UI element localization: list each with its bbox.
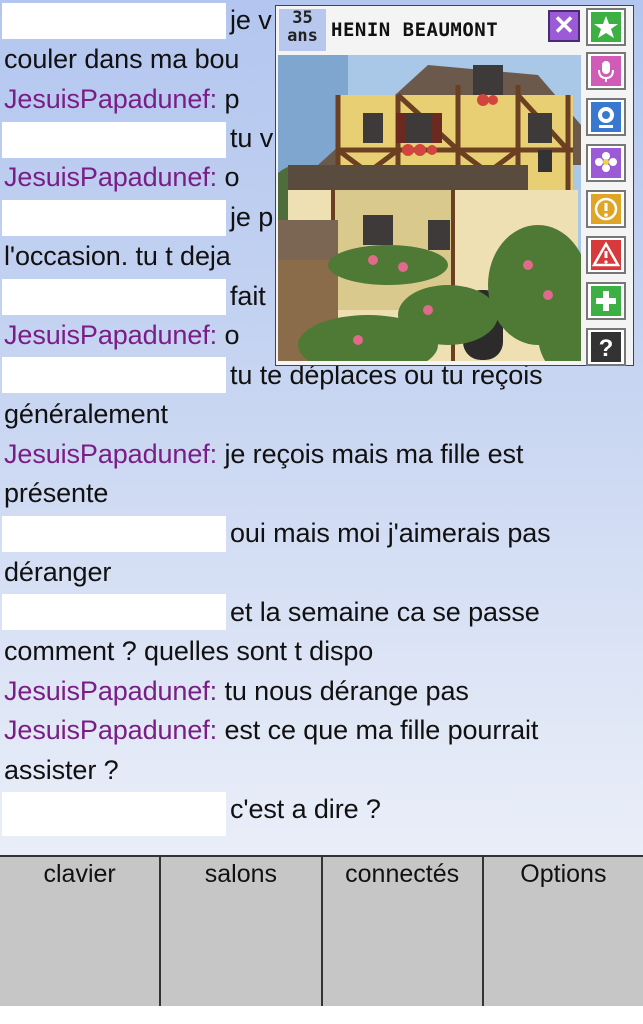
voice-button[interactable] [586,52,626,90]
nav-clavier[interactable]: clavier [0,857,162,1006]
house-photo-image [278,55,581,361]
gift-button[interactable] [586,144,626,182]
redacted-nick [2,200,226,236]
alert-circle-icon [591,194,621,224]
chat-line: c'est a dire ? [230,794,381,824]
nav-connectes[interactable]: connectés [323,857,484,1006]
svg-text:?: ? [599,335,614,362]
chat-nick: JesuisPapadunef: [4,162,218,192]
chat-line: JesuisPapadunef: tu nous dérange pas [4,676,469,706]
age-badge: 35 ans [279,9,326,51]
favorite-button[interactable] [586,8,626,46]
redacted-nick [2,3,226,39]
info-button[interactable] [586,190,626,228]
chat-line: présente [4,478,109,508]
microphone-icon [591,56,621,86]
chat-nick: JesuisPapadunef: [4,320,218,350]
chat-nick: JesuisPapadunef: [4,676,218,706]
profile-city: HENIN BEAUMONT [331,19,499,41]
flower-icon [591,148,621,178]
star-icon [591,12,621,42]
chat-line: généralement [4,399,168,429]
report-button[interactable] [586,236,626,274]
bottom-strip [0,1006,643,1024]
chat-nick: JesuisPapadunef: [4,84,218,114]
chat-nick: JesuisPapadunef: [4,439,218,469]
redacted-nick [2,792,226,836]
warning-icon [591,240,621,270]
chat-line: oui mais moi j'aimerais pas [230,518,551,548]
redacted-nick [2,357,226,393]
redacted-nick [2,516,226,552]
plus-icon [591,286,621,316]
chat-line: assister ? [4,755,119,785]
help-button[interactable]: ? [586,328,626,366]
webcam-icon [591,102,621,132]
help-icon: ? [591,332,621,362]
profile-photo[interactable] [278,55,581,361]
nav-options[interactable]: Options [484,857,643,1006]
add-friend-button[interactable] [586,282,626,320]
close-button[interactable]: ✕ [548,10,580,42]
profile-popup: 35 ans HENIN BEAUMONT ✕ ? [275,5,634,366]
webcam-button[interactable] [586,98,626,136]
redacted-nick [2,122,226,158]
chat-nick: JesuisPapadunef: [4,715,218,745]
chat-line: JesuisPapadunef: est ce que ma fille pou… [4,715,539,745]
chat-line: et la semaine ca se passe [230,597,540,627]
chat-line: déranger [4,557,112,587]
nav-salons[interactable]: salons [161,857,323,1006]
chat-line: JesuisPapadunef: je reçois mais ma fille… [4,439,524,469]
redacted-nick [2,279,226,315]
redacted-nick [2,594,226,630]
bottom-nav: clavier salons connectés Options [0,855,643,1006]
chat-line: comment ? quelles sont t dispo [4,636,374,666]
